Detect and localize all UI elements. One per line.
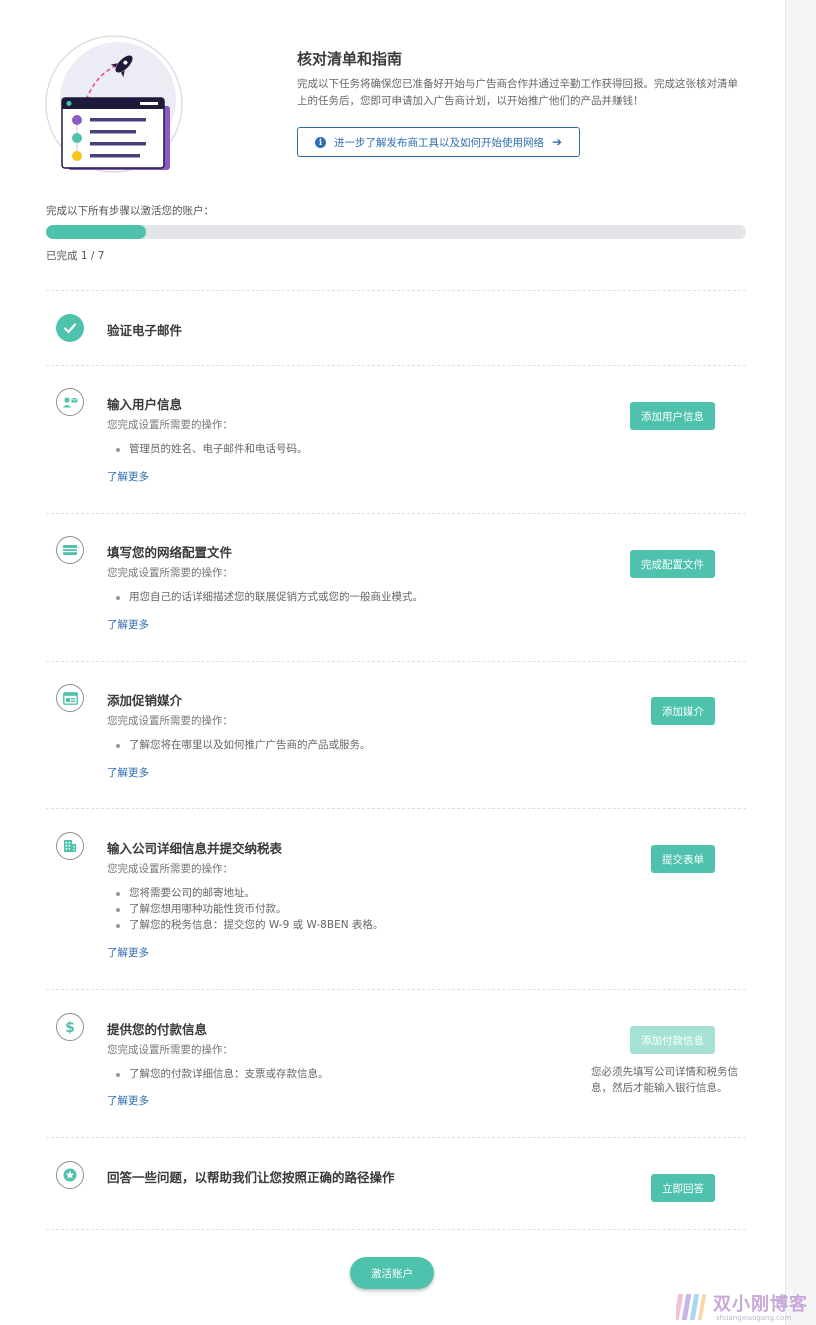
requirement-item: 您将需要公司的邮寄地址。	[107, 885, 383, 901]
user-card-icon	[56, 388, 84, 416]
checklist-card: 核对清单和指南 完成以下任务将确保您已准备好开始与广告商合作并通过辛勤工作获得回…	[0, 0, 786, 1325]
requirement-item: 了解您的付款详细信息：支票或存款信息。	[107, 1066, 329, 1082]
learn-tools-link-label: 进一步了解发布商工具以及如何开始使用网络	[333, 136, 544, 149]
requirements-list: 了解您将在哪里以及如何推广广告商的产品或服务。	[107, 737, 371, 753]
step-title-payment: 提供您的付款信息	[107, 1022, 208, 1037]
learn-more-link[interactable]: 了解更多	[107, 945, 149, 960]
step-title-verify-email: 验证电子邮件	[107, 323, 183, 338]
step-title-network-profile: 填写您的网络配置文件	[107, 545, 233, 560]
dollar-icon: $	[56, 1013, 84, 1041]
step-subtitle: 您完成设置所需要的操作：	[107, 863, 233, 875]
page-title: 核对清单和指南	[297, 50, 403, 68]
requirements-list: 您将需要公司的邮寄地址。 了解您想用哪种功能性货币付款。 了解您的税务信息：提交…	[107, 885, 383, 933]
learn-tools-link[interactable]: i 进一步了解发布商工具以及如何开始使用网络 ➔	[297, 127, 580, 157]
watermark-logo-icon	[676, 1294, 707, 1320]
profile-card-icon	[56, 536, 84, 564]
step-subtitle: 您完成设置所需要的操作：	[107, 419, 233, 431]
add-user-info-button[interactable]: 添加用户信息	[630, 402, 715, 430]
step-subtitle: 您完成设置所需要的操作：	[107, 567, 233, 579]
step-title-company-tax: 输入公司详细信息并提交纳税表	[107, 841, 283, 856]
divider	[46, 290, 746, 291]
requirements-list: 用您自己的话详细描述您的联展促销方式或您的一般商业模式。	[107, 589, 423, 605]
requirements-list: 管理员的姓名、电子邮件和电话号码。	[107, 441, 308, 457]
building-icon	[56, 832, 84, 860]
divider	[46, 661, 746, 662]
requirement-item: 了解您将在哪里以及如何推广广告商的产品或服务。	[107, 737, 371, 753]
requirement-item: 用您自己的话详细描述您的联展促销方式或您的一般商业模式。	[107, 589, 423, 605]
answer-now-button[interactable]: 立即回答	[651, 1174, 715, 1202]
info-icon: i	[314, 136, 326, 148]
watermark-subtext: shuangxiaogang.com	[716, 1314, 792, 1322]
checklist-illustration	[44, 34, 184, 174]
star-icon	[56, 1161, 84, 1189]
step-title-questions: 回答一些问题，以帮助我们让您按照正确的路径操作	[107, 1170, 395, 1185]
payment-prerequisite-note: 您必须先填写公司详情和税务信息，然后才能输入银行信息。	[591, 1066, 738, 1094]
learn-more-link[interactable]: 了解更多	[107, 765, 149, 780]
divider	[46, 1229, 746, 1230]
divider	[46, 808, 746, 809]
submit-form-button[interactable]: 提交表单	[651, 845, 715, 873]
blog-watermark: 双小刚博客 shuangxiaogang.com	[676, 1288, 816, 1325]
divider	[46, 1137, 746, 1138]
step-subtitle: 您完成设置所需要的操作：	[107, 715, 233, 727]
browser-window-icon	[56, 684, 84, 712]
progress-bar	[46, 225, 746, 239]
svg-text:$: $	[65, 1020, 75, 1035]
rocket-checklist-icon	[45, 35, 183, 173]
progress-label: 完成以下所有步骤以激活您的账户：	[46, 205, 214, 217]
learn-more-link[interactable]: 了解更多	[107, 1093, 149, 1108]
learn-more-link[interactable]: 了解更多	[107, 469, 149, 484]
requirement-item: 了解您想用哪种功能性货币付款。	[107, 901, 383, 917]
learn-more-link[interactable]: 了解更多	[107, 617, 149, 632]
add-payment-button: 添加付款信息	[630, 1026, 715, 1054]
requirement-item: 管理员的姓名、电子邮件和电话号码。	[107, 441, 308, 457]
step-subtitle: 您完成设置所需要的操作：	[107, 1044, 233, 1056]
progress-bar-fill	[46, 225, 147, 239]
progress-count: 已完成 1 / 7	[46, 250, 105, 262]
page-description: 完成以下任务将确保您已准备好开始与广告商合作并通过辛勤工作获得回报。完成这张核对…	[297, 78, 738, 107]
divider	[46, 365, 746, 366]
add-media-button[interactable]: 添加媒介	[651, 697, 715, 725]
divider	[46, 989, 746, 990]
activate-account-button[interactable]: 激活账户	[350, 1257, 434, 1289]
arrow-right-icon: ➔	[551, 135, 563, 149]
watermark-text: 双小刚博客	[713, 1294, 808, 1315]
step-title-user-info: 输入用户信息	[107, 397, 183, 412]
requirements-list: 了解您的付款详细信息：支票或存款信息。	[107, 1066, 329, 1082]
check-icon	[56, 314, 84, 342]
complete-profile-button[interactable]: 完成配置文件	[630, 550, 715, 578]
divider	[46, 513, 746, 514]
requirement-item: 了解您的税务信息：提交您的 W-9 或 W-8BEN 表格。	[107, 917, 383, 933]
step-title-promo-media: 添加促销媒介	[107, 693, 183, 708]
